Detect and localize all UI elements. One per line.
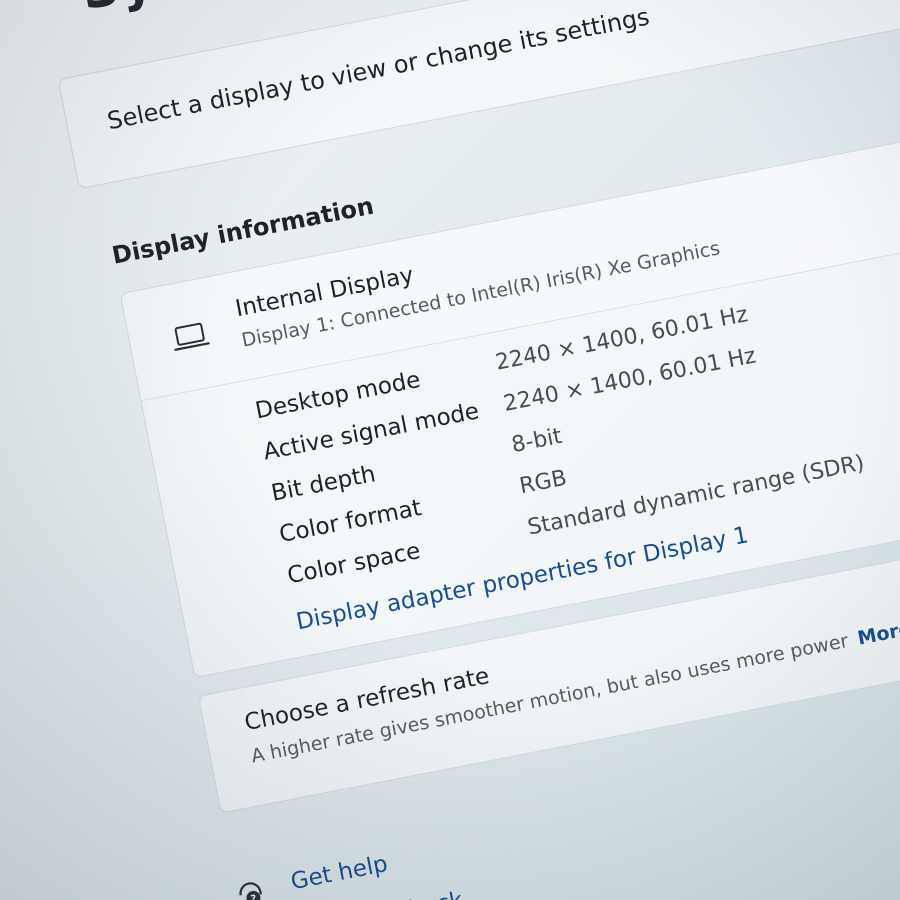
info-row-color-space: Color space Standard dynamic range (SDR) (285, 451, 866, 605)
info-value: 8-bit (509, 423, 565, 459)
info-row-desktop-mode: Desktop mode 2240 × 1400, 60.01 Hz (253, 302, 750, 440)
page-title: System (76, 0, 303, 23)
get-help-link[interactable]: Get help (289, 851, 390, 895)
info-row-color-format: Color format RGB (277, 466, 569, 564)
info-value: Standard dynamic range (SDR) (525, 450, 867, 541)
help-chat-icon: ? (239, 882, 262, 900)
photo-viewport: System Select a display to view or chang… (0, 0, 900, 900)
info-label: Bit depth (269, 461, 378, 507)
settings-window: System Select a display to view or chang… (50, 0, 900, 900)
more-about-link[interactable]: More abo (856, 609, 900, 650)
get-help-row[interactable]: ? Get help Give feedback (234, 851, 465, 900)
select-display-card[interactable]: Select a display to view or change its s… (57, 0, 900, 190)
info-value: RGB (517, 465, 569, 500)
display-info-rows: Desktop mode 2240 × 1400, 60.01 Hz Activ… (253, 302, 866, 605)
info-row-bit-depth: Bit depth 8-bit (269, 424, 564, 522)
laptop-icon (174, 322, 210, 351)
info-label: Color space (285, 538, 423, 590)
info-row-active-signal-mode: Active signal mode 2240 × 1400, 60.01 Hz (261, 343, 758, 481)
select-display-text: Select a display to view or change its s… (104, 2, 652, 136)
